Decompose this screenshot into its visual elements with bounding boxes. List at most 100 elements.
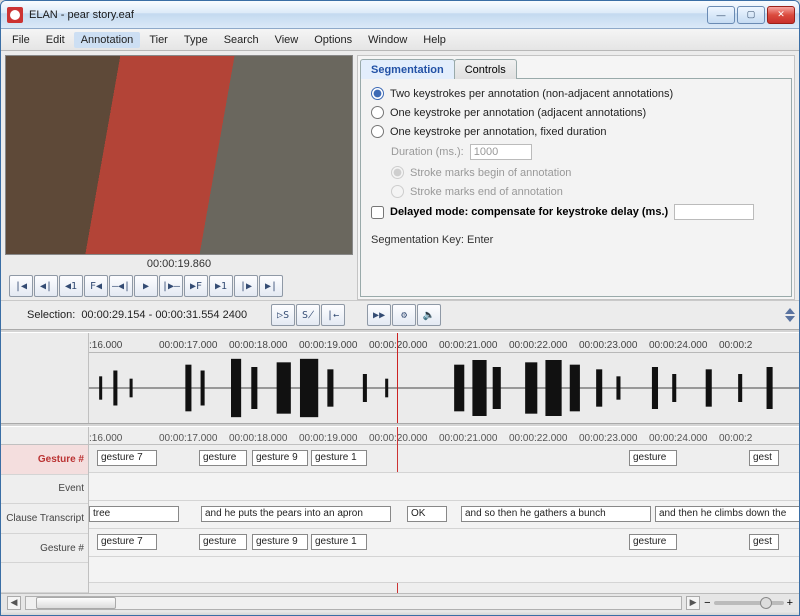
annotation[interactable]: gesture 1	[311, 534, 367, 550]
playback-button-1[interactable]: ⚙	[392, 304, 416, 326]
delayed-mode-row[interactable]: Delayed mode: compensate for keystroke d…	[371, 204, 781, 220]
tier-row-gesture_bot[interactable]: gesture 7 gesture gesture 9gesture 1 gestur…	[89, 529, 799, 557]
annotation[interactable]: gesture 9	[252, 534, 308, 550]
maximize-button[interactable]: ▢	[737, 6, 765, 24]
time-tick: 00:00:2	[719, 340, 789, 351]
zoom-minus-icon[interactable]: −	[704, 597, 710, 609]
time-tick: :16.000	[89, 340, 159, 351]
annotation[interactable]: and then he climbs down the	[655, 506, 799, 522]
segmentation-key: Segmentation Key: Enter	[371, 234, 781, 246]
selection-value: 00:00:29.154 - 00:00:31.554 2400	[81, 309, 247, 321]
app-icon	[7, 7, 23, 23]
transport-button-9[interactable]: |▶	[234, 275, 258, 297]
menu-help[interactable]: Help	[416, 32, 453, 48]
annotation[interactable]: and so then he gathers a bunch	[461, 506, 651, 522]
radio-two-keystrokes[interactable]: Two keystrokes per annotation (non-adjac…	[371, 87, 781, 100]
panel-toggle-icon[interactable]	[785, 308, 795, 322]
scroll-right-icon[interactable]: ▶	[686, 596, 700, 610]
time-ruler-top[interactable]: :16.00000:00:17.00000:00:18.00000:00:19.…	[89, 333, 799, 353]
tab-segmentation[interactable]: Segmentation	[360, 59, 455, 79]
menu-file[interactable]: File	[5, 32, 37, 48]
menu-search[interactable]: Search	[217, 32, 266, 48]
time-ruler-bottom[interactable]: :16.00000:00:17.00000:00:18.00000:00:19.…	[89, 427, 799, 445]
menu-tier[interactable]: Tier	[142, 32, 175, 48]
transport-button-4[interactable]: –◀|	[109, 275, 133, 297]
time-tick: 00:00:19.000	[299, 340, 369, 351]
playback-button-0[interactable]: ▶▶	[367, 304, 391, 326]
zoom-slider[interactable]: − +	[704, 597, 793, 609]
radio-two-keystrokes-label: Two keystrokes per annotation (non-adjac…	[390, 88, 673, 100]
tab-controls[interactable]: Controls	[454, 59, 517, 79]
transport-button-1[interactable]: ◀|	[34, 275, 58, 297]
waveform-area[interactable]: :16.00000:00:17.00000:00:18.00000:00:19.…	[89, 333, 799, 423]
transport-button-3[interactable]: F◀	[84, 275, 108, 297]
annotation[interactable]: gesture	[629, 450, 677, 466]
selection-button-0[interactable]: ▷S	[271, 304, 295, 326]
time-tick: 00:00:2	[719, 433, 789, 444]
close-button[interactable]: ✕	[767, 6, 795, 24]
tier-label-event[interactable]: Event	[1, 475, 88, 505]
menu-edit[interactable]: Edit	[39, 32, 72, 48]
video-preview[interactable]	[5, 55, 353, 255]
time-tick: 00:00:18.000	[229, 433, 299, 444]
transport-button-0[interactable]: |◀	[9, 275, 33, 297]
stroke-begin-label: Stroke marks begin of annotation	[410, 167, 571, 179]
annotation[interactable]: gesture	[199, 534, 247, 550]
tier-row-event[interactable]	[89, 473, 799, 501]
time-tick: 00:00:24.000	[649, 433, 719, 444]
menu-options[interactable]: Options	[307, 32, 359, 48]
tier-label-gesture_top[interactable]: Gesture #	[1, 445, 88, 475]
annotation[interactable]: gesture 9	[252, 450, 308, 466]
minimize-button[interactable]: —	[707, 6, 735, 24]
annotation[interactable]: gesture 7	[97, 534, 157, 550]
tier-row-clause[interactable]: tree and he puts the pears into an apron O…	[89, 501, 799, 529]
transport-button-10[interactable]: ▶|	[259, 275, 283, 297]
time-tick: 00:00:22.000	[509, 340, 579, 351]
transport-button-2[interactable]: ◀1	[59, 275, 83, 297]
annotation[interactable]: gesture	[199, 450, 247, 466]
transport-button-8[interactable]: ▶1	[209, 275, 233, 297]
annotation[interactable]: gest	[749, 450, 779, 466]
radio-one-adjacent-label: One keystroke per annotation (adjacent a…	[390, 107, 646, 119]
selection-button-2[interactable]: |←	[321, 304, 345, 326]
annotation[interactable]: and he puts the pears into an apron	[201, 506, 391, 522]
tier-label-gesture_bot[interactable]: Gesture #	[1, 534, 88, 564]
titlebar: ELAN - pear story.eaf — ▢ ✕	[1, 1, 799, 29]
annotation[interactable]: gest	[749, 534, 779, 550]
annotation[interactable]: tree	[89, 506, 179, 522]
playback-button-2[interactable]: 🔈	[417, 304, 441, 326]
stroke-end-label: Stroke marks end of annotation	[410, 186, 563, 198]
transport-button-6[interactable]: |▶–	[159, 275, 183, 297]
time-tick: 00:00:23.000	[579, 433, 649, 444]
radio-stroke-end: Stroke marks end of annotation	[391, 185, 781, 198]
segmentation-panel: SegmentationControls Two keystrokes per …	[357, 55, 795, 300]
radio-stroke-begin: Stroke marks begin of annotation	[391, 166, 781, 179]
delayed-field[interactable]	[674, 204, 754, 220]
menu-view[interactable]: View	[268, 32, 306, 48]
tier-row-gesture_top[interactable]: gesture 7 gesture gesture 9gesture 1 gestur…	[89, 445, 799, 473]
menu-window[interactable]: Window	[361, 32, 414, 48]
annotation[interactable]: gesture 1	[311, 450, 367, 466]
annotation[interactable]: gesture 7	[97, 450, 157, 466]
radio-one-keystroke-adjacent[interactable]: One keystroke per annotation (adjacent a…	[371, 106, 781, 119]
zoom-plus-icon[interactable]: +	[787, 597, 793, 609]
scroll-thumb[interactable]	[36, 597, 116, 609]
time-tick: 00:00:22.000	[509, 433, 579, 444]
duration-field[interactable]	[470, 144, 532, 160]
annotation[interactable]: OK	[407, 506, 447, 522]
video-timecode: 00:00:19.860	[5, 255, 353, 272]
menu-annotation[interactable]: Annotation	[74, 32, 141, 48]
annotation[interactable]: gesture	[629, 534, 677, 550]
tier-label-clause[interactable]: Clause Transcript	[1, 504, 88, 534]
time-tick: 00:00:20.000	[369, 433, 439, 444]
time-tick: 00:00:24.000	[649, 340, 719, 351]
transport-button-7[interactable]: ▶F	[184, 275, 208, 297]
horizontal-scrollbar[interactable]: ◀ ▶ − +	[1, 593, 799, 611]
time-tick: :16.000	[89, 433, 159, 444]
playhead[interactable]	[397, 333, 398, 423]
radio-one-keystroke-fixed[interactable]: One keystroke per annotation, fixed dura…	[371, 125, 781, 138]
selection-button-1[interactable]: S̸	[296, 304, 320, 326]
menu-type[interactable]: Type	[177, 32, 215, 48]
scroll-left-icon[interactable]: ◀	[7, 596, 21, 610]
transport-button-5[interactable]: ▶	[134, 275, 158, 297]
